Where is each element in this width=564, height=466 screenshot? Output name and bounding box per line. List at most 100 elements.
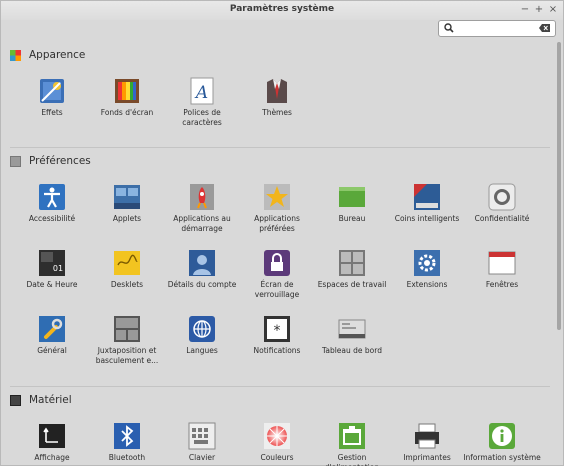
keyboard-label: Clavier [188, 453, 216, 462]
tiling-item[interactable]: Juxtaposition et basculement e... [88, 315, 166, 377]
system-info-item[interactable]: Information système [463, 422, 541, 466]
desktop-item[interactable]: Bureau [313, 183, 391, 245]
windows-label: Fenêtres [485, 280, 519, 289]
search-icon [444, 23, 454, 33]
workspaces-item[interactable]: Espaces de travail [313, 249, 391, 311]
power-item[interactable]: Gestion d'alimentation [313, 422, 391, 466]
tiling-label: Juxtaposition et basculement e... [95, 346, 159, 365]
workspaces-label: Espaces de travail [317, 280, 387, 289]
maximize-button[interactable]: + [533, 3, 545, 17]
hot-corner-icon [414, 184, 440, 210]
fonts-label: Polices de caractères [182, 108, 222, 127]
title-bar[interactable]: Paramètres système − + × [1, 1, 563, 20]
settings-window: Paramètres système − + × Apparence Effet… [0, 0, 564, 466]
rocket-icon [190, 184, 214, 210]
section-hardware: Matériel [10, 393, 72, 407]
svg-text:01: 01 [53, 264, 63, 273]
desktop-icon [339, 187, 365, 207]
bluetooth-item[interactable]: Bluetooth [88, 422, 166, 466]
section-appearance-title: Apparence [29, 49, 86, 61]
wrench-icon [39, 316, 65, 342]
close-button[interactable]: × [547, 3, 559, 17]
hardware-icon [10, 394, 21, 406]
desklets-item[interactable]: Desklets [88, 249, 166, 311]
colors-label: Couleurs [260, 453, 294, 462]
window-icon [488, 251, 516, 275]
wallpapers-item[interactable]: Fonds d'écran [88, 77, 166, 139]
privacy-icon [488, 183, 516, 211]
appearance-icon [10, 49, 21, 61]
workspaces-icon [339, 250, 365, 276]
notifications-item[interactable]: * Notifications [238, 315, 316, 377]
general-item[interactable]: Général [13, 315, 91, 377]
font-icon: A [190, 77, 214, 105]
system-info-label: Information système [463, 453, 541, 462]
startup-apps-item[interactable]: Applications au démarrage [163, 183, 241, 245]
colors-item[interactable]: Couleurs [238, 422, 316, 466]
power-label: Gestion d'alimentation [325, 453, 379, 466]
display-item[interactable]: Affichage [13, 422, 91, 466]
date-time-item[interactable]: 01 Date & Heure [13, 249, 91, 311]
toolbar [1, 20, 563, 40]
preferences-icon [10, 155, 21, 167]
lock-screen-item[interactable]: Écran de verrouillage [238, 249, 316, 311]
languages-item[interactable]: Langues [163, 315, 241, 377]
extensions-item[interactable]: Extensions [388, 249, 466, 311]
panel-label: Tableau de bord [322, 346, 382, 355]
themes-item[interactable]: Thèmes [238, 77, 316, 139]
bluetooth-icon [114, 423, 140, 449]
battery-icon [339, 423, 365, 449]
panel-item[interactable]: Tableau de bord [313, 315, 391, 377]
scrollbar[interactable] [555, 40, 563, 466]
user-icon [189, 250, 215, 276]
section-preferences: Préférences [10, 154, 91, 168]
section-preferences-title: Préférences [29, 155, 91, 167]
account-details-label: Détails du compte [167, 280, 237, 289]
windows-item[interactable]: Fenêtres [463, 249, 541, 311]
scrollbar-thumb[interactable] [557, 42, 561, 330]
svg-text:A: A [194, 83, 208, 103]
privacy-label: Confidentialité [474, 214, 530, 223]
date-time-label: Date & Heure [26, 280, 78, 289]
account-details-item[interactable]: Détails du compte [163, 249, 241, 311]
desktop-label: Bureau [338, 214, 366, 223]
printer-icon [415, 423, 439, 449]
clock-icon: 01 [39, 250, 65, 276]
display-label: Affichage [34, 453, 70, 462]
notifications-label: Notifications [253, 346, 301, 355]
hot-corners-item[interactable]: Coins intelligents [388, 183, 466, 245]
settings-content: Apparence Effets Fonds d'écran A Polices… [2, 40, 553, 466]
preferred-apps-item[interactable]: Applications préférées [238, 183, 316, 245]
accessibility-label: Accessibilité [28, 214, 76, 223]
applets-item[interactable]: Applets [88, 183, 166, 245]
themes-icon [267, 79, 287, 103]
window-title: Paramètres système [229, 4, 335, 14]
section-hardware-title: Matériel [29, 394, 72, 406]
minimize-button[interactable]: − [519, 3, 531, 17]
wallpaper-icon [115, 79, 139, 103]
printers-item[interactable]: Imprimantes [388, 422, 466, 466]
desklets-label: Desklets [110, 280, 144, 289]
search-box[interactable] [438, 20, 556, 37]
keyboard-icon [188, 422, 216, 450]
divider [10, 147, 550, 148]
effects-label: Effets [41, 108, 63, 117]
fonts-item[interactable]: A Polices de caractères [163, 77, 241, 139]
accessibility-item[interactable]: Accessibilité [13, 183, 91, 245]
info-icon [489, 423, 515, 449]
effects-item[interactable]: Effets [13, 77, 91, 139]
bluetooth-label: Bluetooth [108, 453, 146, 462]
preferred-apps-label: Applications préférées [254, 214, 300, 233]
languages-label: Langues [186, 346, 218, 355]
hot-corners-label: Coins intelligents [394, 214, 460, 223]
privacy-item[interactable]: Confidentialité [463, 183, 541, 245]
applets-icon [114, 185, 140, 209]
clear-search-icon[interactable] [539, 24, 550, 32]
star-icon [264, 184, 290, 210]
color-wheel-icon [264, 423, 290, 449]
lock-screen-label: Écran de verrouillage [254, 280, 300, 299]
search-input[interactable] [458, 22, 533, 35]
keyboard-item[interactable]: Clavier [163, 422, 241, 466]
desklets-icon [114, 251, 140, 275]
globe-icon [189, 316, 215, 342]
